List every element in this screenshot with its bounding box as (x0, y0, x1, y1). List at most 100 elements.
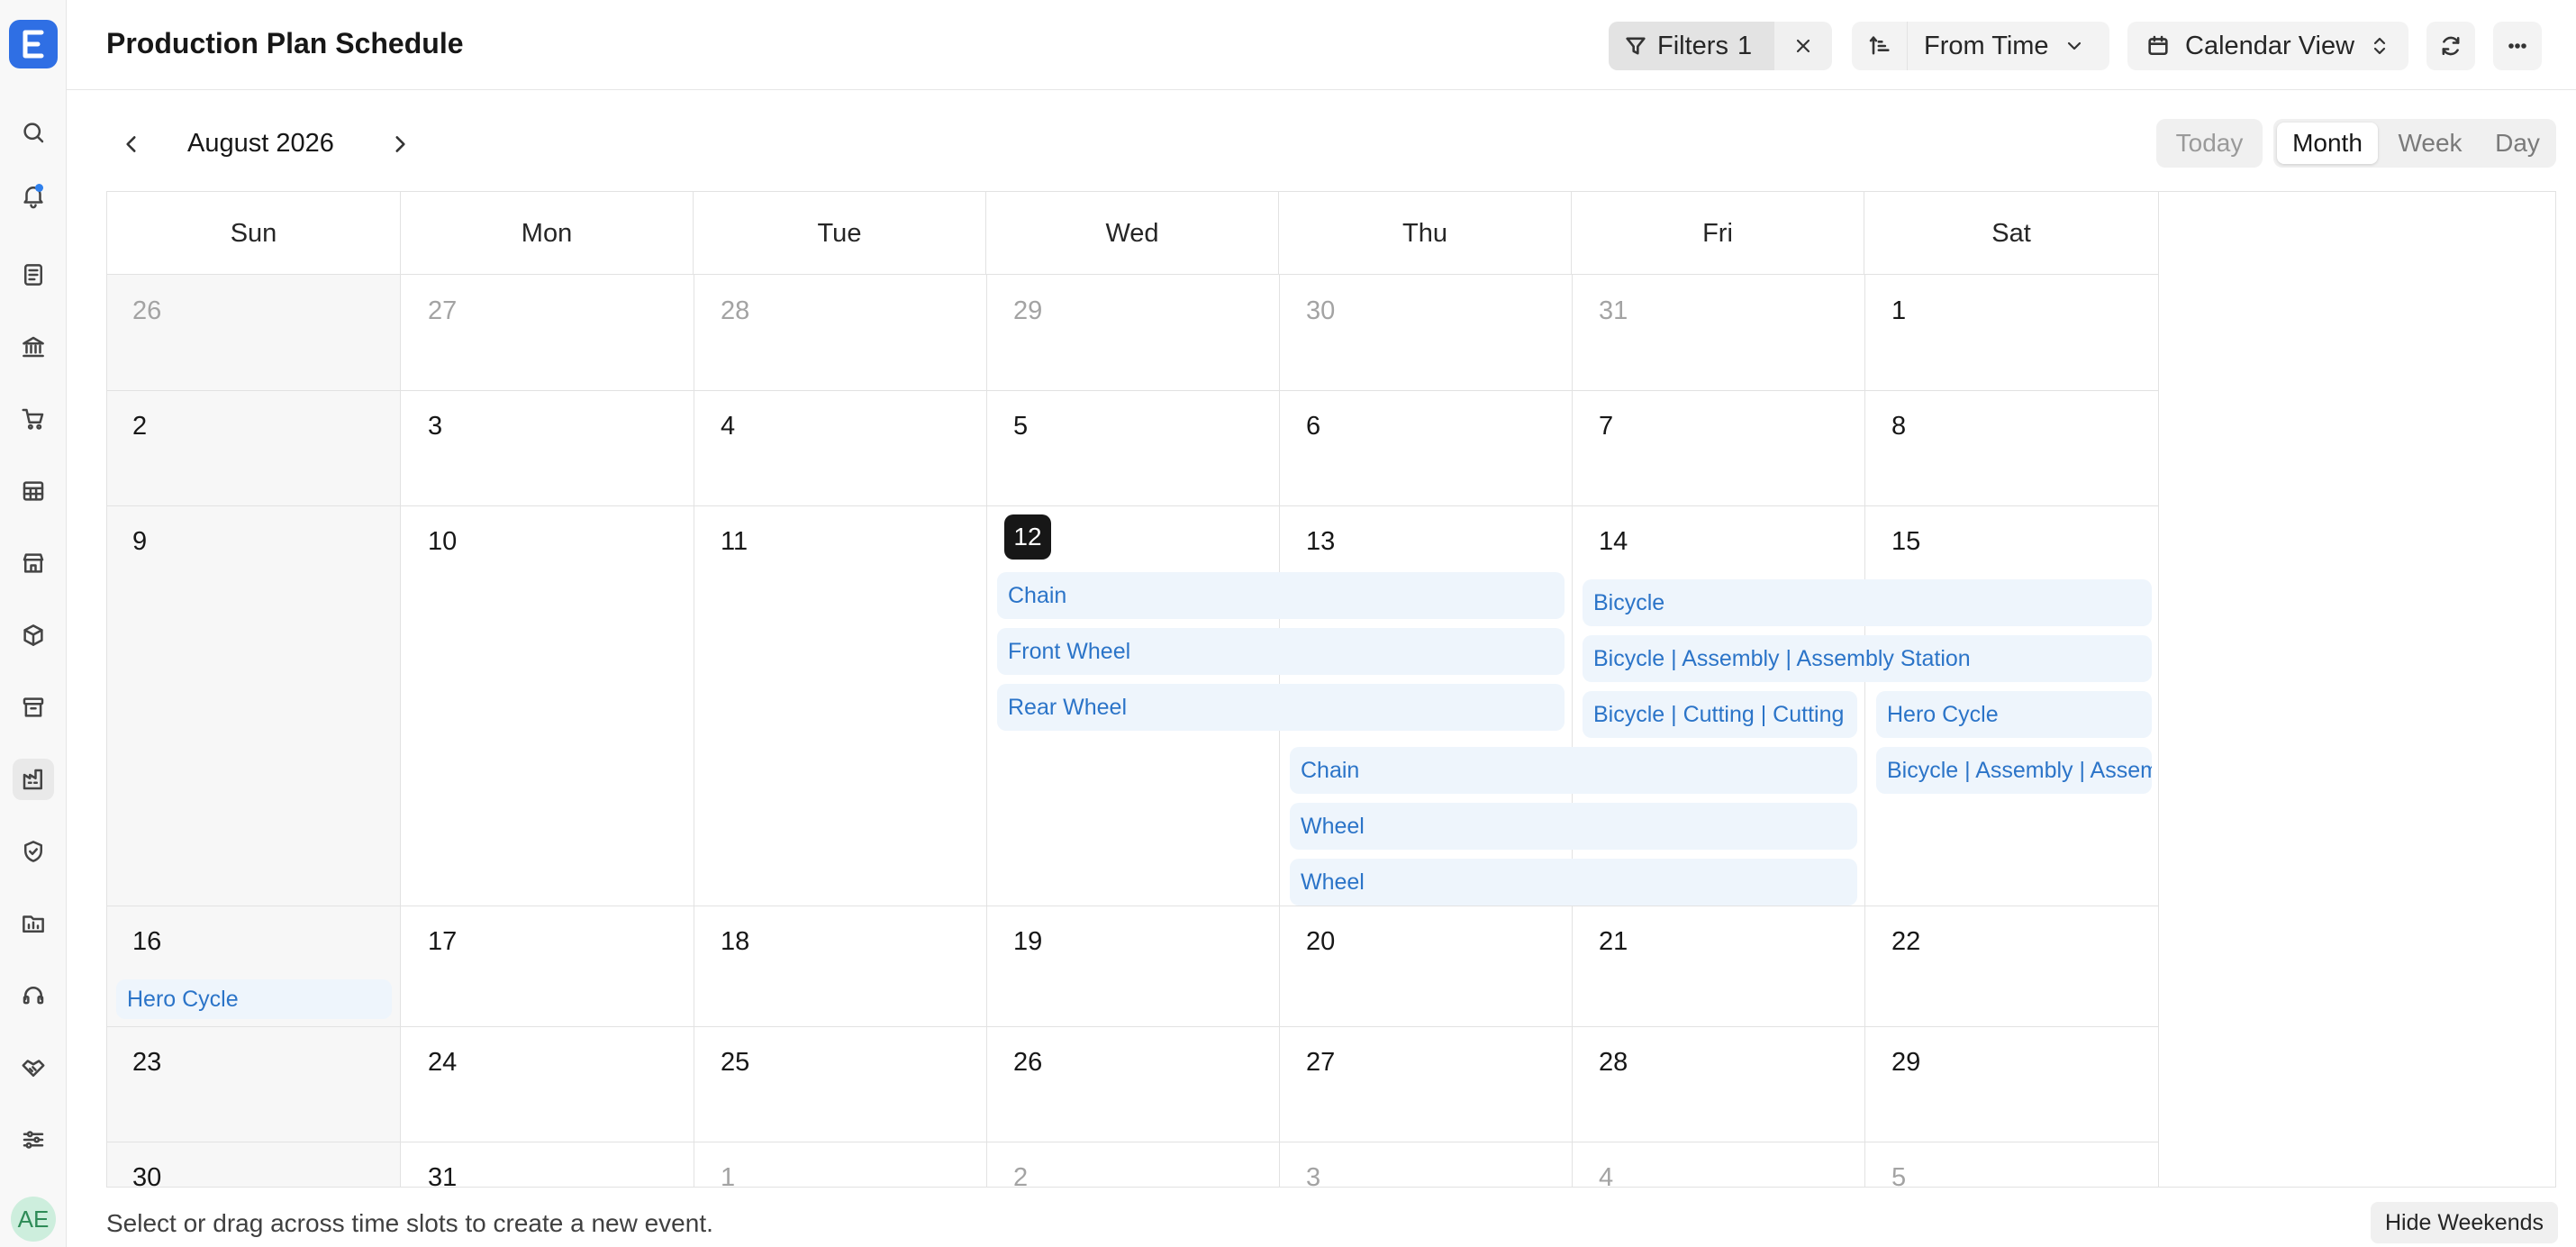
day-cell-number[interactable]: 19 (1013, 927, 1042, 957)
today-day-badge[interactable]: 12 (1004, 514, 1051, 560)
mode-week-button[interactable]: Week (2378, 123, 2482, 164)
day-cell-number[interactable]: 27 (1306, 1048, 1335, 1078)
day-cell-number[interactable]: 21 (1599, 927, 1628, 957)
event-chip[interactable]: Chain (997, 572, 1565, 619)
view-switcher[interactable]: Calendar View (2127, 22, 2408, 70)
current-month-label: August 2026 (187, 129, 334, 158)
weekday-header-row: Sun Mon Tue Wed Thu Fri Sat (107, 192, 2159, 275)
day-cell-number[interactable]: 26 (1013, 1048, 1042, 1078)
sort-field-select[interactable]: From Time (1908, 32, 2085, 61)
clear-filters-button[interactable] (1774, 22, 1832, 70)
document-icon[interactable] (13, 254, 54, 296)
settings-sliders-icon[interactable] (13, 1119, 54, 1161)
day-cell-number[interactable]: 10 (428, 527, 457, 557)
today-button[interactable]: Today (2156, 119, 2263, 168)
day-cell-number[interactable]: 2 (1013, 1163, 1028, 1187)
event-chip[interactable]: Bicycle | Cutting | Cutting (1583, 691, 1857, 738)
shield-check-icon[interactable] (13, 831, 54, 872)
day-cell-number[interactable]: 5 (1013, 412, 1028, 441)
day-cell-number[interactable]: 15 (1891, 527, 1920, 557)
event-chip[interactable]: Hero Cycle (116, 979, 392, 1019)
weekday-thu: Thu (1279, 192, 1572, 275)
event-chip[interactable]: Wheel (1290, 803, 1857, 850)
day-cell-number[interactable]: 16 (132, 927, 161, 957)
day-cell-number[interactable]: 31 (428, 1163, 457, 1187)
event-chip[interactable]: Bicycle (1583, 579, 2152, 626)
day-cell-number[interactable]: 1 (1891, 296, 1906, 326)
day-cell-number[interactable]: 13 (1306, 527, 1335, 557)
event-chip[interactable]: Rear Wheel (997, 684, 1565, 731)
weekday-tue: Tue (694, 192, 986, 275)
headset-support-icon[interactable] (13, 975, 54, 1016)
event-chip[interactable]: Chain (1290, 747, 1857, 794)
event-chip[interactable]: Wheel (1290, 859, 1857, 906)
event-chip[interactable]: Bicycle | Assembly | Assembly Station (1583, 635, 2152, 682)
erpnext-logo-icon (23, 30, 44, 59)
table-icon[interactable] (13, 470, 54, 512)
refresh-button[interactable] (2426, 22, 2475, 70)
day-cell-number[interactable]: 30 (1306, 296, 1335, 326)
day-cell-number[interactable]: 18 (721, 927, 749, 957)
day-cell-number[interactable]: 22 (1891, 927, 1920, 957)
day-cell-number[interactable]: 28 (721, 296, 749, 326)
day-cell-number[interactable]: 31 (1599, 296, 1628, 326)
archive-icon[interactable] (13, 687, 54, 728)
day-cell-number[interactable]: 4 (721, 412, 735, 441)
handshake-crm-icon[interactable] (13, 1047, 54, 1088)
filters-button[interactable]: Filters 1 (1609, 22, 1774, 70)
project-folder-icon[interactable] (13, 903, 54, 944)
day-cell-number[interactable]: 4 (1599, 1163, 1613, 1187)
day-cell-number[interactable]: 29 (1891, 1048, 1920, 1078)
filters-label: Filters (1657, 31, 1728, 60)
mode-month-button[interactable]: Month (2277, 123, 2378, 164)
chevron-right-icon (395, 136, 405, 152)
day-cell-number[interactable]: 2 (132, 412, 147, 441)
day-cell-number[interactable]: 5 (1891, 1163, 1906, 1187)
day-cell-number[interactable]: 17 (428, 927, 457, 957)
day-cell-number[interactable]: 8 (1891, 412, 1906, 441)
day-cell-number[interactable]: 3 (1306, 1163, 1320, 1187)
next-month-button[interactable] (382, 126, 418, 162)
weekday-wed: Wed (986, 192, 1279, 275)
notification-bell-icon[interactable] (13, 175, 54, 216)
chevron-down-icon (2067, 41, 2081, 50)
hide-weekends-button[interactable]: Hide Weekends (2371, 1202, 2558, 1243)
sort-direction-button[interactable] (1852, 22, 1908, 70)
event-chip[interactable]: Bicycle | Assembly | Assembly (1876, 747, 2152, 794)
bank-icon[interactable] (13, 326, 54, 368)
day-cell-number[interactable]: 11 (721, 527, 748, 557)
package-icon[interactable] (13, 614, 54, 656)
store-icon[interactable] (13, 542, 54, 584)
day-cell-number[interactable]: 29 (1013, 296, 1042, 326)
day-cell-number[interactable]: 14 (1599, 527, 1628, 557)
mode-day-button[interactable]: Day (2482, 123, 2553, 164)
day-cell-number[interactable]: 28 (1599, 1048, 1628, 1078)
day-cell-number[interactable]: 1 (721, 1163, 735, 1187)
weekday-sat: Sat (1864, 192, 2159, 275)
day-cell-number[interactable]: 20 (1306, 927, 1335, 957)
sort-ascending-icon (1869, 36, 1890, 55)
event-chip[interactable]: Hero Cycle (1876, 691, 2152, 738)
refresh-icon (2442, 36, 2460, 56)
more-options-button[interactable] (2493, 22, 2542, 70)
day-cell-number[interactable]: 24 (428, 1048, 457, 1078)
filters-button-group: Filters 1 (1609, 22, 1832, 70)
app-logo[interactable] (9, 20, 58, 68)
user-avatar[interactable]: AE (11, 1197, 56, 1242)
day-cell-number[interactable]: 27 (428, 296, 457, 326)
day-cell-number[interactable]: 9 (132, 527, 147, 557)
day-cell-number[interactable]: 3 (428, 412, 442, 441)
day-cell-number[interactable]: 25 (721, 1048, 749, 1078)
page-header: Production Plan Schedule Filters 1 From … (67, 0, 2576, 90)
day-cell-number[interactable]: 6 (1306, 412, 1320, 441)
filter-icon (1626, 37, 1646, 55)
day-cell-number[interactable]: 30 (132, 1163, 161, 1187)
day-cell-number[interactable]: 7 (1599, 412, 1613, 441)
manufacturing-icon[interactable] (13, 759, 54, 800)
event-chip[interactable]: Front Wheel (997, 628, 1565, 675)
day-cell-number[interactable]: 26 (132, 296, 161, 326)
previous-month-button[interactable] (113, 126, 150, 162)
search-icon[interactable] (13, 112, 54, 153)
shopping-cart-icon[interactable] (13, 398, 54, 440)
day-cell-number[interactable]: 23 (132, 1048, 161, 1078)
